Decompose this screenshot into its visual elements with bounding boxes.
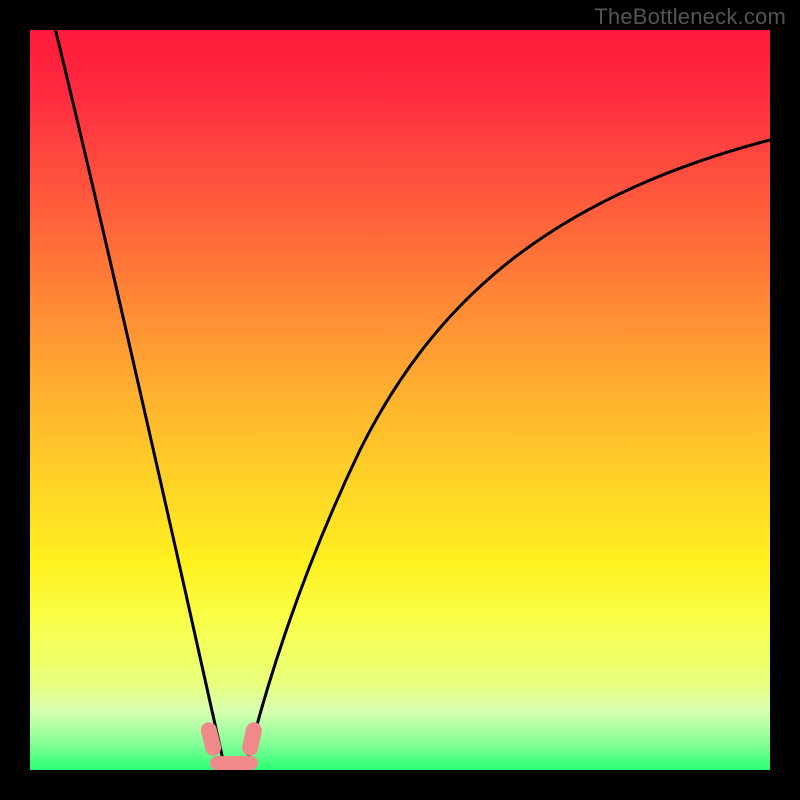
watermark-text: TheBottleneck.com: [594, 4, 786, 30]
curve-left: [53, 30, 223, 760]
curve-layer: [30, 30, 770, 770]
marker-floor: [210, 756, 258, 770]
marker-group: [199, 721, 263, 770]
curve-right: [247, 140, 770, 763]
plot-area: [30, 30, 770, 770]
chart-frame: TheBottleneck.com: [0, 0, 800, 800]
marker-right: [241, 721, 264, 758]
